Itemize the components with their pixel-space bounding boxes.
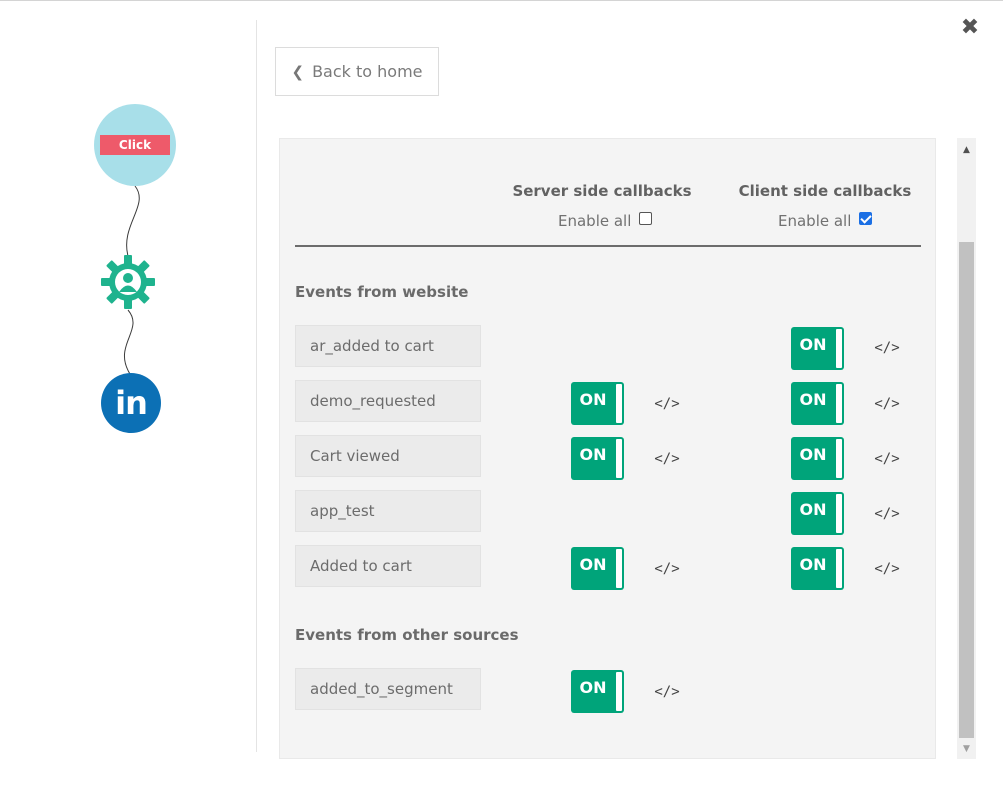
scrollbar-thumb[interactable] [959,242,974,738]
server-code-icon[interactable]: </> [654,681,680,703]
client-toggle[interactable]: ON [791,327,844,370]
close-icon[interactable]: ✖ [958,16,982,40]
back-to-home-button[interactable]: ❮ Back to home [275,47,439,96]
server-enable-all: Enable all [558,211,653,230]
client-toggle[interactable]: ON [791,382,844,425]
client-enable-all: Enable all [778,211,873,230]
chevron-left-icon: ❮ [291,62,305,81]
click-node[interactable]: Click [94,104,176,186]
client-enable-all-label: Enable all [778,212,852,230]
linkedin-icon[interactable]: in [101,373,161,433]
client-code-icon[interactable]: </> [874,558,900,580]
scrollbar[interactable]: ▲ ▼ [957,138,976,759]
callbacks-panel: Server side callbacks Client side callba… [279,138,936,759]
event-name: Added to cart [295,545,481,587]
scroll-down-arrow-icon[interactable]: ▼ [957,741,976,757]
vertical-divider [256,20,257,752]
server-side-header: Server side callbacks [512,182,692,200]
client-side-header: Client side callbacks [738,182,912,200]
client-toggle[interactable]: ON [791,437,844,480]
server-code-icon[interactable]: </> [654,558,680,580]
event-name: app_test [295,490,481,532]
server-toggle[interactable]: ON [571,670,624,713]
client-code-icon[interactable]: </> [874,337,900,359]
client-code-icon[interactable]: </> [874,503,900,525]
header-divider [295,245,921,247]
client-code-icon[interactable]: </> [874,448,900,470]
server-code-icon[interactable]: </> [654,448,680,470]
client-toggle[interactable]: ON [791,547,844,590]
server-toggle[interactable]: ON [571,382,624,425]
click-node-label: Click [100,135,170,155]
event-name: added_to_segment [295,668,481,710]
client-toggle[interactable]: ON [791,492,844,535]
server-enable-all-label: Enable all [558,212,632,230]
server-enable-all-checkbox[interactable] [639,211,653,225]
server-toggle[interactable]: ON [571,437,624,480]
event-name: demo_requested [295,380,481,422]
back-to-home-label: Back to home [312,62,423,81]
event-name: ar_added to cart [295,325,481,367]
event-name: Cart viewed [295,435,481,477]
client-enable-all-checkbox[interactable] [859,211,873,225]
scroll-up-arrow-icon[interactable]: ▲ [957,142,976,158]
flow-diagram: Click in [0,0,256,798]
server-toggle[interactable]: ON [571,547,624,590]
section-title-website: Events from website [295,283,469,301]
server-code-icon[interactable]: </> [654,393,680,415]
gear-user-icon[interactable] [100,254,156,310]
client-code-icon[interactable]: </> [874,393,900,415]
section-title-other: Events from other sources [295,626,519,644]
